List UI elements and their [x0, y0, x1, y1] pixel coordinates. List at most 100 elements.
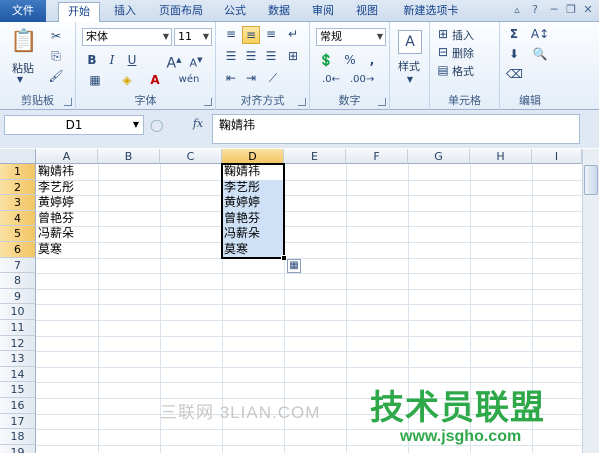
sort-filter-icon[interactable]: A↕ [530, 26, 550, 42]
clear-icon[interactable]: ⌫ [506, 66, 523, 82]
scrollbar-thumb[interactable] [584, 165, 598, 195]
select-all-corner[interactable] [0, 149, 36, 164]
help-icon[interactable]: ? [528, 3, 542, 17]
row-header[interactable]: 5 [0, 226, 36, 242]
cell-a2[interactable]: 李艺彤 [36, 180, 74, 195]
find-select-icon[interactable]: 🔍 [530, 46, 550, 62]
row-header[interactable]: 4 [0, 210, 36, 227]
styles-icon[interactable]: A [398, 30, 422, 54]
row-header[interactable]: 10 [0, 304, 36, 320]
column-header[interactable]: F [346, 149, 408, 164]
delete-cells-icon[interactable]: ⊟ [436, 44, 450, 60]
tab-formulas[interactable]: 公式 [218, 2, 252, 22]
row-header[interactable]: 8 [0, 273, 36, 289]
align-left-icon[interactable]: ☰ [222, 48, 240, 64]
currency-icon[interactable]: 💲 [316, 52, 336, 68]
row-header[interactable]: 16 [0, 398, 36, 414]
row-header[interactable]: 18 [0, 429, 36, 445]
comma-button[interactable]: , [364, 52, 380, 68]
formula-input[interactable]: 鞠婧祎 [212, 114, 580, 144]
tab-view[interactable]: 视图 [350, 2, 384, 22]
increase-indent-icon[interactable]: ⇥ [242, 70, 260, 86]
column-header[interactable]: G [408, 149, 470, 164]
insert-label[interactable]: 插入 [452, 27, 474, 43]
chevron-down-icon[interactable]: ▼ [10, 72, 30, 88]
cell-a3[interactable]: 黄婷婷 [36, 195, 74, 210]
row-header[interactable]: 15 [0, 382, 36, 398]
row-header[interactable]: 13 [0, 351, 36, 367]
font-size-select[interactable]: 11 ▼ [174, 28, 212, 46]
tab-page-layout[interactable]: 页面布局 [152, 2, 210, 22]
row-header[interactable]: 12 [0, 335, 36, 352]
vertical-scrollbar[interactable] [582, 149, 599, 453]
chevron-down-icon[interactable]: ▼ [404, 72, 416, 88]
cut-icon[interactable]: ✂ [48, 28, 64, 44]
launcher-icon[interactable] [298, 98, 306, 106]
tab-data[interactable]: 数据 [262, 2, 296, 22]
insert-cells-icon[interactable]: ⊞ [436, 26, 450, 42]
column-header[interactable]: A [36, 149, 98, 164]
align-center-icon[interactable]: ☰ [242, 48, 260, 64]
align-bottom-icon[interactable]: ≡ [262, 26, 280, 42]
shrink-font-icon[interactable]: A▼ [188, 52, 204, 72]
percent-button[interactable]: % [342, 52, 358, 68]
format-painter-icon[interactable]: 🖌 [48, 68, 64, 84]
tab-review[interactable]: 审阅 [306, 2, 340, 22]
phonetic-icon[interactable]: wén [174, 72, 204, 88]
column-header[interactable]: I [532, 149, 582, 164]
wrap-text-icon[interactable]: ↵ [284, 26, 302, 42]
column-header[interactable]: H [470, 149, 532, 164]
tab-new[interactable]: 新建选项卡 [394, 2, 468, 22]
insert-function-button[interactable]: fx [190, 116, 206, 132]
align-right-icon[interactable]: ☰ [262, 48, 280, 64]
row-header[interactable]: 11 [0, 320, 36, 336]
row-header[interactable]: 2 [0, 179, 36, 196]
row-header[interactable]: 14 [0, 366, 36, 383]
decrease-decimal-icon[interactable]: .00→ [350, 72, 374, 88]
tab-file[interactable]: 文件 [0, 0, 46, 22]
help-up-icon[interactable]: ▵ [510, 3, 524, 17]
column-header[interactable]: B [98, 149, 160, 164]
format-label[interactable]: 格式 [452, 63, 474, 79]
cell-a4[interactable]: 曾艳芬 [36, 211, 74, 226]
launcher-icon[interactable] [378, 98, 386, 106]
font-name-select[interactable]: 宋体 ▼ [82, 28, 172, 46]
cell-a5[interactable]: 冯薪朵 [36, 226, 74, 241]
grow-font-icon[interactable]: A▲ [166, 52, 182, 72]
cancel-icon[interactable]: ◯ [150, 117, 163, 133]
minimize-icon[interactable]: ─ [547, 3, 561, 17]
column-header[interactable]: C [160, 149, 222, 164]
font-color-icon[interactable]: A [144, 72, 166, 88]
row-header[interactable]: 1 [0, 164, 36, 180]
border-icon[interactable]: ▦ [84, 72, 106, 88]
row-header[interactable]: 3 [0, 195, 36, 211]
row-header[interactable]: 19 [0, 444, 36, 453]
bold-button[interactable]: B [84, 52, 100, 68]
row-header[interactable]: 7 [0, 257, 36, 274]
row-header[interactable]: 17 [0, 413, 36, 430]
italic-button[interactable]: I [104, 52, 120, 68]
orientation-icon[interactable]: ⟋ [262, 70, 284, 86]
align-middle-icon[interactable]: ≡ [242, 26, 260, 44]
fill-icon[interactable]: ⬇ [506, 46, 522, 62]
decrease-indent-icon[interactable]: ⇤ [222, 70, 240, 86]
underline-button[interactable]: U [124, 52, 140, 68]
increase-decimal-icon[interactable]: .0← [320, 72, 342, 88]
row-header[interactable]: 9 [0, 288, 36, 305]
autofill-options-icon[interactable]: ▦ [287, 259, 301, 273]
name-box[interactable]: D1 ▼ [4, 115, 144, 135]
close-icon[interactable]: ✕ [581, 3, 595, 17]
restore-icon[interactable]: ❐ [564, 3, 578, 17]
copy-icon[interactable]: ⎘ [48, 48, 64, 64]
cell-a1[interactable]: 鞠婧祎 [36, 164, 74, 179]
paste-icon[interactable]: 📋 [10, 28, 38, 56]
tab-insert[interactable]: 插入 [108, 2, 142, 22]
number-format-select[interactable]: 常规 ▼ [316, 28, 386, 46]
column-header[interactable]: E [284, 149, 346, 164]
launcher-icon[interactable] [204, 98, 212, 106]
row-header[interactable]: 6 [0, 242, 36, 258]
column-header[interactable]: D [222, 149, 284, 164]
cell-a6[interactable]: 莫寒 [36, 242, 62, 257]
autosum-icon[interactable]: Σ [506, 26, 522, 42]
align-top-icon[interactable]: ≡ [222, 26, 240, 42]
